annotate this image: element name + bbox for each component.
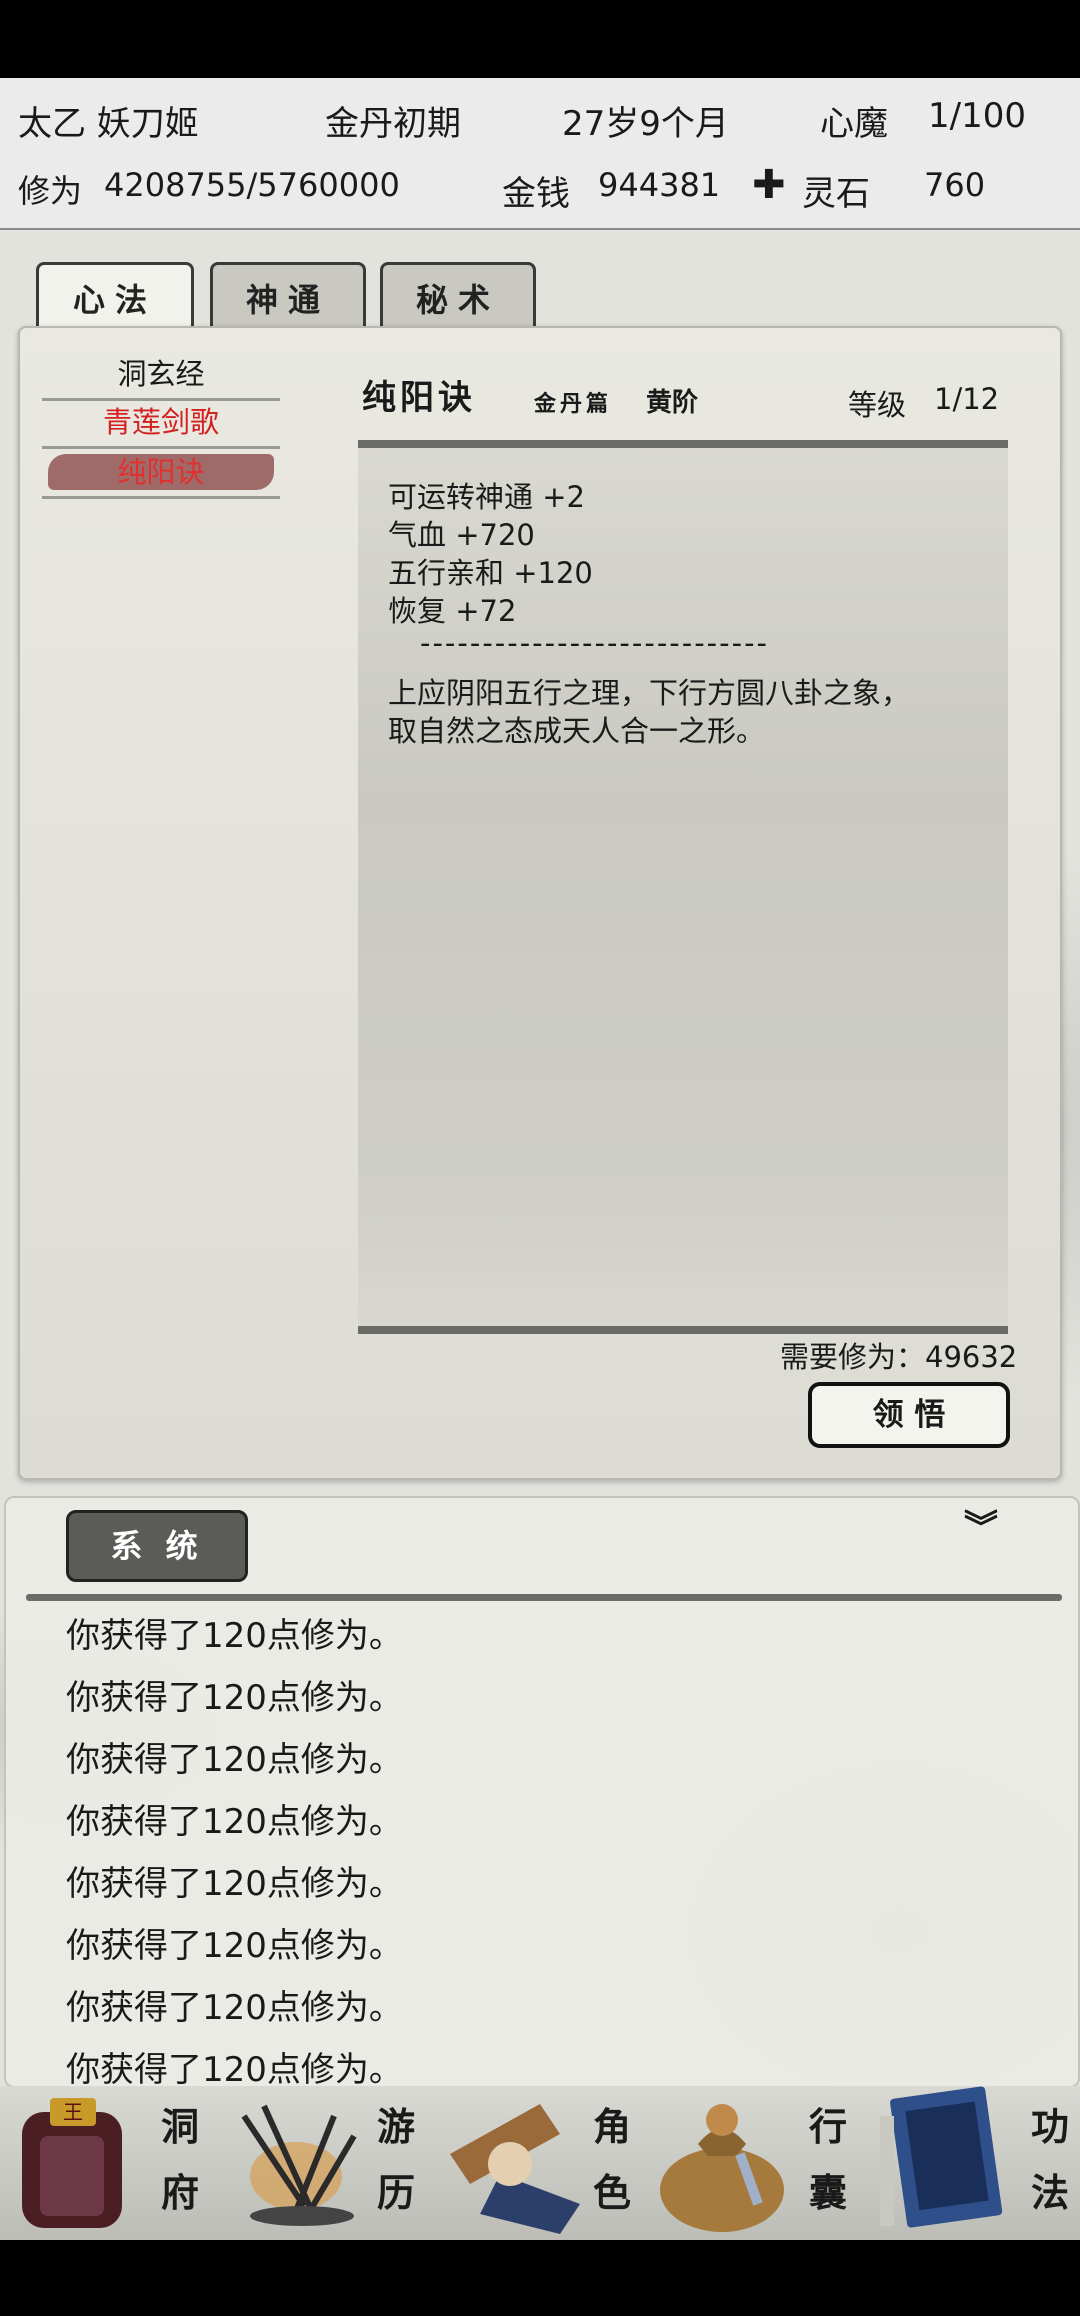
log-line: 你获得了120点修为。 — [66, 1616, 403, 1656]
xiuwei-label: 修为 — [18, 172, 83, 210]
nav-label: 功 — [1030, 2104, 1069, 2149]
description-line: 上应阴阳五行之理，下行方圆八卦之象， — [388, 676, 911, 710]
tab-mishu[interactable]: 秘术 — [380, 262, 536, 335]
technique-label: 纯阳诀 — [117, 455, 205, 489]
status-header: 太乙 妖刀姬 金丹初期 27岁9个月 心魔 1/100 修为 4208755/5… — [0, 78, 1080, 230]
nav-label: 历 — [376, 2170, 415, 2215]
travel-icon — [241, 2104, 357, 2226]
nav-label: 洞 — [160, 2104, 199, 2149]
technique-item-dongxuanjing[interactable]: 洞玄经 — [42, 350, 280, 401]
nav-juese[interactable]: 角 色 — [432, 2086, 648, 2240]
nav-label: 囊 — [808, 2170, 847, 2215]
money-label: 金钱 — [502, 174, 570, 214]
lingshi-value: 760 — [924, 166, 986, 204]
cave-icon: 王 — [22, 2098, 122, 2228]
system-log-panel: 系 统 ︾ 你获得了120点修为。 你获得了120点修为。 你获得了120点修为… — [4, 1496, 1080, 2090]
collapse-chevron-icon[interactable]: ︾ — [964, 1510, 998, 1546]
top-black-bar — [0, 0, 1080, 78]
description-line: 取自然之态成天人合一之形。 — [388, 714, 766, 748]
system-tab[interactable]: 系 统 — [66, 1510, 248, 1582]
log-line: 你获得了120点修为。 — [66, 2050, 403, 2090]
log-line: 你获得了120点修为。 — [66, 1926, 403, 1966]
nav-xingnang[interactable]: 行 囊 — [648, 2086, 864, 2240]
technique-item-chunyang[interactable]: 纯阳诀 — [42, 448, 280, 499]
character-name: 太乙 妖刀姬 — [18, 104, 199, 144]
bottom-navigation: 王 洞 府 游 历 角 色 行 囊 功 法 — [0, 2086, 1080, 2240]
nav-dongfu[interactable]: 王 洞 府 — [0, 2086, 216, 2240]
svg-text:王: 王 — [63, 2100, 83, 2124]
book-icon — [880, 2086, 1003, 2228]
nav-label: 府 — [160, 2170, 199, 2215]
technique-grade: 黄阶 — [646, 388, 699, 418]
effect-line: 五行亲和 +120 — [388, 556, 593, 590]
log-line: 你获得了120点修为。 — [66, 1802, 403, 1842]
technique-label: 洞玄经 — [117, 357, 205, 391]
effect-line: 可运转神通 +2 — [388, 480, 585, 514]
log-line: 你获得了120点修为。 — [66, 1864, 403, 1904]
technique-subtitle: 金丹篇 — [534, 391, 613, 417]
nav-label: 角 — [592, 2104, 631, 2149]
xinmo-label: 心魔 — [820, 104, 888, 144]
effect-line: 气血 +720 — [388, 518, 535, 552]
character-icon — [450, 2104, 580, 2234]
tab-shentong[interactable]: 神通 — [210, 262, 366, 335]
bottom-black-bar — [0, 2240, 1080, 2316]
log-line: 你获得了120点修为。 — [66, 1740, 403, 1780]
level-value: 1/12 — [934, 382, 1000, 416]
lingshi-label: 灵石 — [802, 174, 870, 214]
nav-label: 色 — [592, 2170, 631, 2215]
log-divider — [26, 1594, 1062, 1601]
nav-label: 法 — [1030, 2170, 1069, 2215]
required-xiuwei: 需要修为：49632 — [780, 1340, 1018, 1374]
nav-youli[interactable]: 游 历 — [216, 2086, 432, 2240]
xinmo-value: 1/100 — [928, 96, 1026, 136]
log-line: 你获得了120点修为。 — [66, 1988, 403, 2028]
effect-line: 恢复 +72 — [388, 594, 517, 628]
technique-title: 纯阳诀 — [362, 378, 476, 418]
technique-description-box: 可运转神通 +2 气血 +720 五行亲和 +120 恢复 +72 ------… — [358, 440, 1008, 1334]
level-label: 等级 — [848, 388, 907, 422]
nav-label: 行 — [808, 2104, 847, 2149]
technique-item-qinglian[interactable]: 青莲剑歌 — [42, 398, 280, 449]
money-value: 944381 — [598, 166, 721, 204]
age-label: 27岁9个月 — [562, 104, 729, 144]
log-line: 你获得了120点修为。 — [66, 1678, 403, 1718]
bag-icon — [660, 2104, 784, 2232]
learn-button[interactable]: 领 悟 — [808, 1382, 1010, 1448]
nav-label: 游 — [376, 2104, 415, 2149]
lingshi-icon: ✚ — [752, 162, 786, 208]
nav-gongfa[interactable]: 功 法 — [864, 2086, 1080, 2240]
divider-line: ---------------------------- — [420, 626, 770, 660]
xiuwei-value: 4208755/5760000 — [104, 166, 400, 204]
realm-label: 金丹初期 — [325, 104, 461, 144]
technique-label: 青莲剑歌 — [102, 405, 219, 439]
tab-xinfa[interactable]: 心法 — [36, 262, 194, 335]
